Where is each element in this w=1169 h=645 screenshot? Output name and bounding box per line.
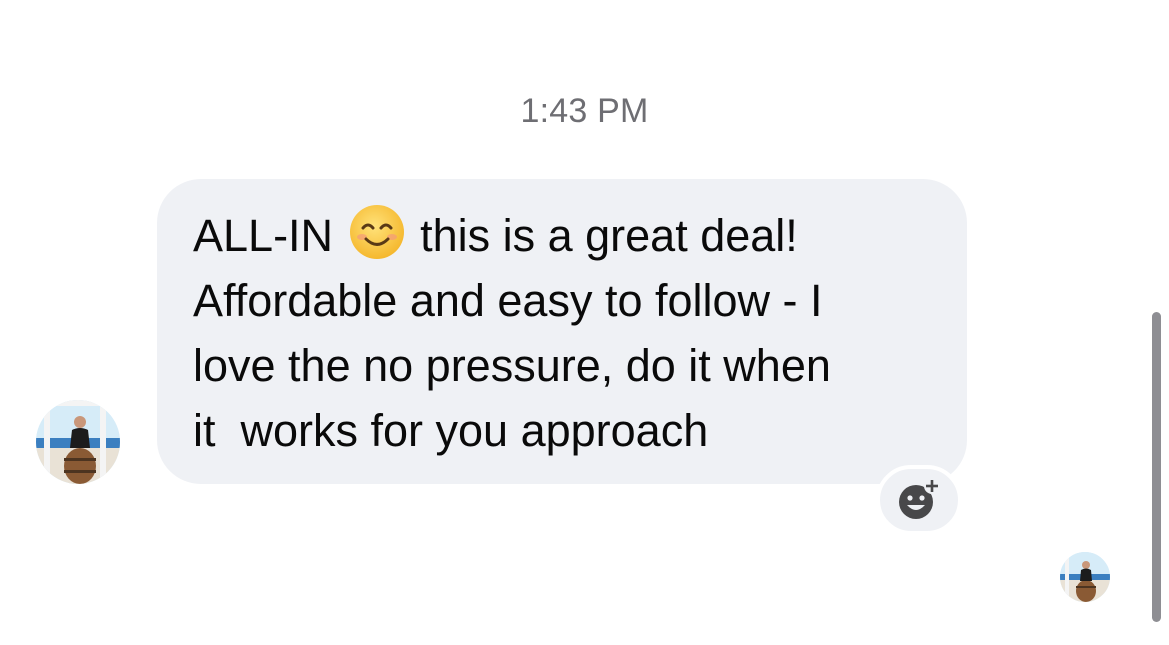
chat-screen: 1:43 PM ALL-IN this is a great deal! Aff… <box>0 0 1169 645</box>
message-bubble[interactable]: ALL-IN this is a great deal! Affordable … <box>157 179 967 484</box>
message-text-line1-start: ALL-IN <box>193 210 346 261</box>
message-text: ALL-IN this is a great deal! Affordable … <box>193 203 937 463</box>
sender-avatar[interactable] <box>36 400 120 484</box>
message-text-line1-end: this is a great deal! <box>407 210 798 261</box>
scrollbar[interactable] <box>1152 312 1161 622</box>
seen-avatar <box>1060 552 1110 602</box>
add-reaction-button[interactable] <box>876 465 962 535</box>
message-timestamp: 1:43 PM <box>520 92 649 130</box>
message-text-rest: Affordable and easy to follow - I love t… <box>193 275 831 456</box>
seen-avatar-image <box>1060 552 1110 602</box>
smiling-face-emoji-icon <box>349 205 404 259</box>
add-reaction-icon <box>899 478 940 519</box>
sender-avatar-image <box>36 400 120 484</box>
